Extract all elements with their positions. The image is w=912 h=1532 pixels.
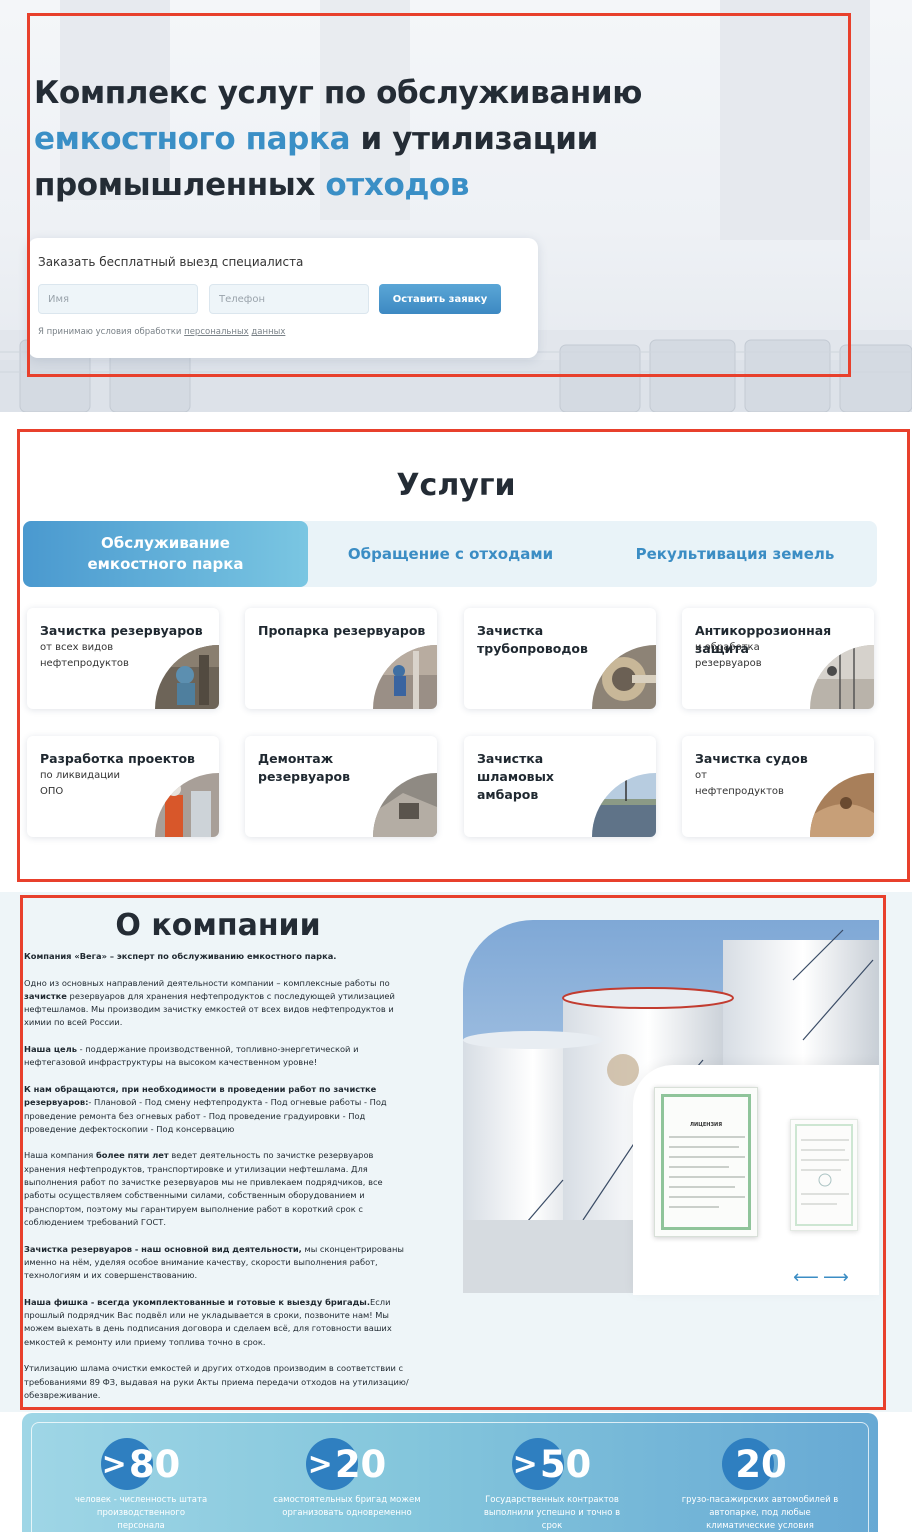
text-bold: зачистке	[24, 990, 67, 1001]
stat-number: 20	[735, 1443, 787, 1486]
tab-tank-maintenance[interactable]: Обслуживание емкостного парка	[23, 521, 308, 587]
tab-land-reclamation[interactable]: Рекультивация земель	[593, 521, 877, 587]
name-input[interactable]	[38, 284, 198, 314]
service-card[interactable]: Зачистка шламовых амбаров	[464, 736, 656, 837]
stat-staff: >80 человек - численность штата производ…	[36, 1423, 246, 1532]
stats-banner: >80 человек - численность штата производ…	[22, 1413, 878, 1532]
service-card[interactable]: Разработка проектов по ликвидации ОПО	[27, 736, 219, 837]
hero-section: Комплекс услуг по обслуживанию емкостног…	[0, 0, 912, 412]
stat-prefix: >	[512, 1447, 538, 1482]
about-paragraph: Компания «Вега» – эксперт по обслуживани…	[24, 950, 416, 963]
text-bold: более пяти лет	[95, 1150, 169, 1161]
form-title: Заказать бесплатный выезд специалиста	[38, 255, 304, 269]
service-card[interactable]: Антикоррозионная защита и обработка резе…	[682, 608, 874, 709]
about-paragraph: Наша цель - поддержание производственной…	[24, 1043, 416, 1070]
stats-inner: >80 человек - численность штата производ…	[31, 1422, 869, 1532]
hero-title-highlight2: отходов	[325, 167, 470, 203]
text-bold: Наша фишка - всегда укомплектованные и г…	[24, 1296, 370, 1307]
consent-label: Я принимаю условия обработки	[38, 327, 185, 337]
card-title: Зачистка судов	[695, 751, 808, 766]
tank-steaming-photo	[373, 645, 437, 709]
text-bold: Зачистка резервуаров - наш основной вид …	[24, 1243, 302, 1254]
hero-title: Комплекс услуг по обслуживанию емкостног…	[34, 70, 754, 208]
tab-label: Обслуживание емкостного парка	[87, 534, 244, 573]
tab-waste-management[interactable]: Обращение с отходами	[308, 521, 593, 587]
text-bold: Наша цель	[24, 1044, 77, 1055]
stat-number: 50	[539, 1443, 592, 1486]
about-paragraph: Утилизацию шлама очистки емкостей и друг…	[24, 1362, 416, 1402]
service-card[interactable]: Пропарка резервуаров	[245, 608, 437, 709]
stat-value: >50	[447, 1445, 657, 1485]
stat-number: 80	[128, 1443, 181, 1486]
text-fragment: резервуаров для хранения нефтепродуктов …	[24, 990, 395, 1028]
personal-data-link[interactable]: персональных	[184, 327, 249, 337]
services-section: Услуги Обслуживание емкостного парка Обр…	[0, 412, 912, 892]
card-title: Демонтаж резервуаров	[258, 751, 351, 784]
hero-title-part3: промышленных	[34, 167, 326, 203]
about-text: Компания «Вега» – эксперт по обслуживани…	[24, 950, 416, 1415]
stat-label: Государственных контрактов выполнили усп…	[483, 1495, 621, 1531]
service-card[interactable]: Зачистка судов от нефтепродуктов	[682, 736, 874, 837]
about-paragraph: Одно из основных направлений деятельност…	[24, 977, 416, 1030]
service-card[interactable]: Зачистка трубопроводов	[464, 608, 656, 709]
project-development-photo	[155, 773, 219, 837]
submit-request-button[interactable]: Оставить заявку	[379, 284, 501, 314]
hero-title-part1: Комплекс услуг по обслуживанию	[34, 75, 642, 111]
phone-input[interactable]	[209, 284, 369, 314]
about-lead: Компания «Вега» – эксперт по обслуживани…	[24, 951, 337, 961]
card-title: Пропарка резервуаров	[258, 623, 426, 638]
stat-number: 20	[334, 1443, 387, 1486]
license-annex[interactable]	[790, 1119, 858, 1231]
slider-next-arrow[interactable]: ⟶	[823, 1267, 849, 1288]
slider-prev-arrow[interactable]: ⟵	[793, 1267, 819, 1288]
stat-brigades: >20 самостоятельных бригад можем организ…	[242, 1423, 452, 1532]
stat-label: грузо-пасажирских автомобилей в автопарк…	[681, 1495, 839, 1531]
about-title: О компании	[115, 908, 321, 943]
card-subtitle: и обработка резервуаров	[695, 642, 762, 669]
text-fragment: Утилизацию шлама очистки емкостей и друг…	[24, 1363, 409, 1400]
stat-value: >20	[242, 1445, 452, 1485]
tank-cleaning-photo	[155, 645, 219, 709]
consent-text: Я принимаю условия обработки персональны…	[38, 327, 285, 337]
text-fragment: Одно из основных направлений деятельност…	[24, 977, 390, 988]
card-subtitle: по ликвидации ОПО	[40, 770, 121, 797]
card-subtitle: от нефтепродуктов	[695, 770, 784, 797]
about-paragraph: К нам обращаются, при необходимости в пр…	[24, 1083, 416, 1136]
stat-value: >80	[36, 1445, 246, 1485]
hero-title-part2: и утилизации	[350, 121, 599, 157]
card-title: Зачистка шламовых амбаров	[477, 751, 554, 802]
about-paragraph: Наша компания более пяти лет ведет деяте…	[24, 1149, 416, 1229]
certificates-slider: ЛИЦЕНЗИЯ ⟵ ⟶	[633, 1065, 879, 1295]
callback-form: Заказать бесплатный выезд специалиста Ос…	[28, 238, 538, 358]
card-title: Зачистка трубопроводов	[477, 623, 588, 656]
text-fragment: ведет деятельность по зачистке резервуар…	[24, 1150, 383, 1227]
service-card[interactable]: Демонтаж резервуаров	[245, 736, 437, 837]
about-paragraph: Наша фишка - всегда укомплектованные и г…	[24, 1296, 416, 1349]
vessel-cleaning-photo	[810, 773, 874, 837]
about-paragraph: Зачистка резервуаров - наш основной вид …	[24, 1243, 416, 1283]
stat-label: человек - численность штата производстве…	[74, 1495, 208, 1531]
stat-contracts: >50 Государственных контрактов выполнили…	[447, 1423, 657, 1532]
license-label: ЛИЦЕНЗИЯ	[689, 1122, 723, 1128]
services-tabs: Обслуживание емкостного парка Обращение …	[23, 521, 877, 587]
license-certificate[interactable]: ЛИЦЕНЗИЯ	[654, 1087, 758, 1237]
stat-prefix: >	[101, 1447, 127, 1482]
card-title: Разработка проектов	[40, 751, 195, 766]
card-title: Зачистка резервуаров	[40, 623, 203, 638]
hero-title-highlight1: емкостного парка	[34, 121, 351, 157]
text-fragment: Наша компания	[24, 1150, 96, 1161]
service-card[interactable]: Зачистка резервуаров от всех видов нефте…	[27, 608, 219, 709]
stat-prefix: >	[307, 1447, 333, 1482]
stat-value: 20	[655, 1445, 865, 1485]
personal-data-link-2[interactable]: данных	[251, 327, 285, 337]
stat-vehicles: 20 грузо-пасажирских автомобилей в автоп…	[655, 1423, 865, 1532]
about-section: О компании Компания «Вега» – эксперт по …	[0, 892, 912, 1412]
services-title: Услуги	[396, 468, 516, 503]
stat-label: самостоятельных бригад можем организоват…	[273, 1495, 421, 1518]
card-subtitle: от всех видов нефтепродуктов	[40, 642, 129, 669]
